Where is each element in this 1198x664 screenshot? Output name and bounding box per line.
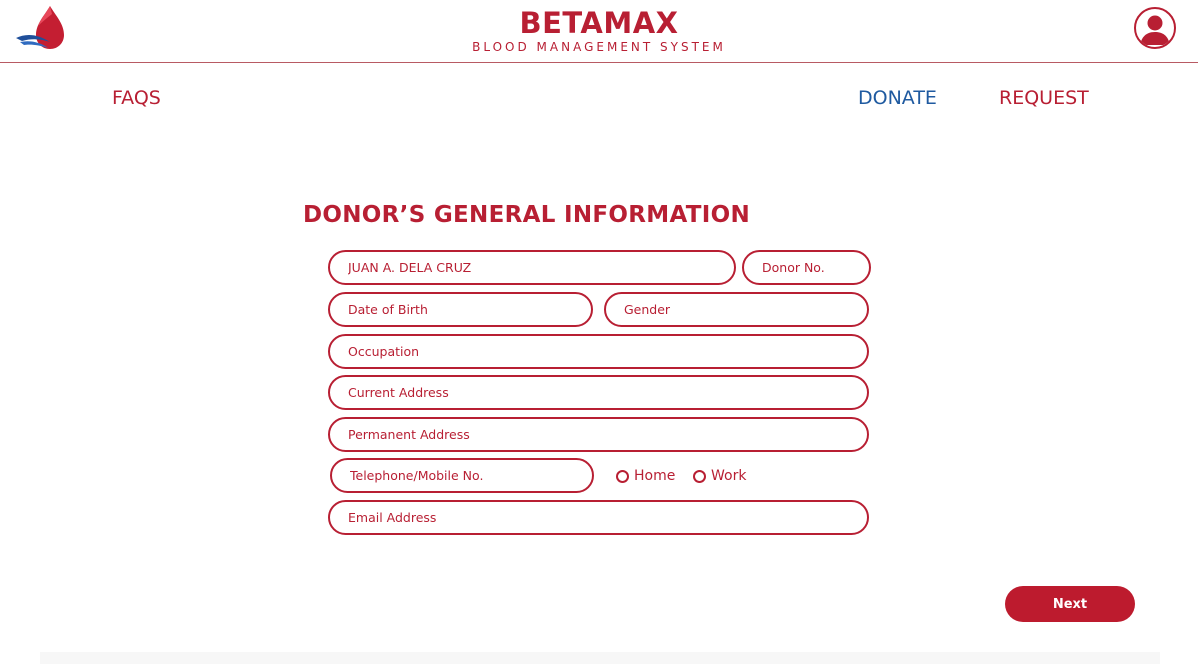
- occupation-input[interactable]: [328, 334, 869, 369]
- radio-circle-icon: [693, 469, 706, 483]
- current-address-input[interactable]: [328, 375, 869, 410]
- header: BETAMAX BLOOD MANAGEMENT SYSTEM: [0, 0, 1198, 63]
- form-title: DONOR’S GENERAL INFORMATION: [303, 202, 751, 228]
- brand-title: BETAMAX: [519, 6, 679, 40]
- radio-circle-icon: [616, 469, 629, 483]
- footer-strip: [40, 652, 1160, 664]
- donor-number-input[interactable]: [742, 250, 871, 285]
- nav-faqs-link[interactable]: FAQS: [112, 86, 161, 110]
- permanent-address-input[interactable]: [328, 417, 869, 452]
- telephone-input[interactable]: [330, 458, 594, 493]
- radio-label-work: Work: [711, 468, 747, 484]
- radio-label-home: Home: [634, 468, 676, 484]
- date-of-birth-input[interactable]: [328, 292, 593, 327]
- phone-type-work-radio[interactable]: Work: [693, 467, 746, 485]
- phone-type-home-radio[interactable]: Home: [616, 467, 675, 485]
- user-avatar-icon[interactable]: [1134, 7, 1176, 49]
- nav-request-link[interactable]: REQUEST: [999, 86, 1089, 110]
- full-name-input[interactable]: [328, 250, 736, 285]
- next-button[interactable]: Next: [1005, 586, 1135, 622]
- gender-input[interactable]: [604, 292, 869, 327]
- brand-subtitle: BLOOD MANAGEMENT SYSTEM: [472, 40, 726, 54]
- email-input[interactable]: [328, 500, 869, 535]
- nav-donate-link[interactable]: DONATE: [858, 86, 937, 110]
